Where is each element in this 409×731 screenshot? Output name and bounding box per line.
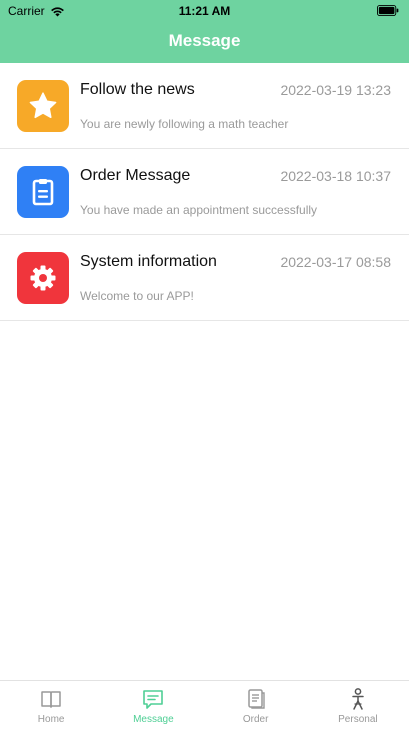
message-title: System information — [80, 253, 217, 270]
message-screen: Carrier 11:21 AM Message Follow the news… — [0, 0, 409, 731]
message-subtitle: Welcome to our APP! — [80, 289, 194, 303]
clipboard-icon — [17, 166, 69, 218]
status-bar: Carrier 11:21 AM — [0, 0, 409, 22]
message-subtitle: You are newly following a math teacher — [80, 117, 289, 131]
tab-order[interactable]: Order — [205, 681, 307, 731]
tab-personal[interactable]: Personal — [307, 681, 409, 731]
message-time: 2022-03-19 13:23 — [280, 82, 391, 98]
message-item-order[interactable]: Order Message 2022-03-18 10:37 You have … — [0, 149, 409, 235]
gear-icon — [17, 252, 69, 304]
document-icon — [247, 689, 265, 709]
person-icon — [352, 688, 364, 710]
chat-icon — [143, 690, 164, 709]
tab-label: Personal — [338, 714, 378, 725]
tab-label: Message — [133, 714, 174, 725]
message-title: Order Message — [80, 167, 191, 184]
message-item-system[interactable]: System information 2022-03-17 08:58 Welc… — [0, 235, 409, 321]
message-subtitle: You have made an appointment successfull… — [80, 203, 318, 217]
message-time: 2022-03-17 08:58 — [280, 254, 391, 270]
message-list: Follow the news 2022-03-19 13:23 You are… — [0, 63, 409, 321]
status-time: 11:21 AM — [178, 4, 231, 18]
battery-icon — [377, 5, 399, 16]
tab-label: Home — [37, 714, 65, 725]
message-time: 2022-03-18 10:37 — [280, 168, 391, 184]
book-icon — [41, 691, 61, 708]
tab-label: Order — [242, 714, 269, 725]
header: Carrier 11:21 AM Message — [0, 0, 409, 63]
message-title: Follow the news — [80, 81, 195, 98]
tab-home[interactable]: Home — [0, 681, 102, 731]
message-item-follow-news[interactable]: Follow the news 2022-03-19 13:23 You are… — [0, 63, 409, 149]
tab-bar: Home Message Order Personal — [0, 680, 409, 731]
page-title: Message — [168, 31, 241, 50]
tab-message[interactable]: Message — [102, 681, 204, 731]
star-icon — [17, 80, 69, 132]
